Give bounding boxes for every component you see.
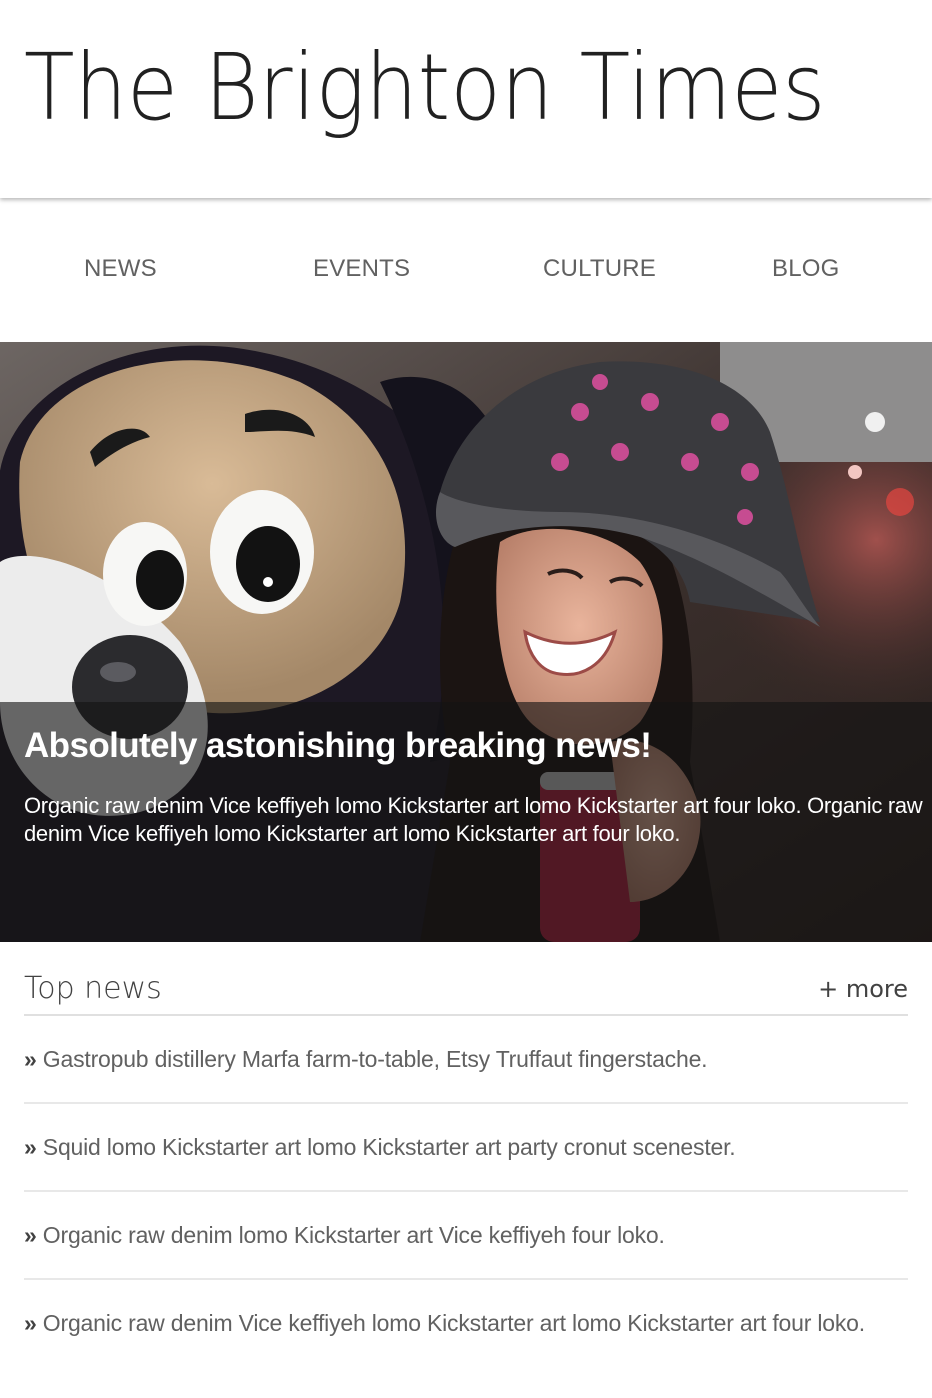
- hero-feature[interactable]: Absolutely astonishing breaking news! Or…: [0, 342, 932, 942]
- bullet-icon: »: [24, 1046, 37, 1072]
- nav-item-events[interactable]: EVENTS: [313, 255, 410, 283]
- nav-item-culture[interactable]: CULTURE: [543, 255, 656, 283]
- list-item: » Gastropub distillery Marfa farm-to-tab…: [24, 1016, 908, 1104]
- top-news-section: Top news + more » Gastropub distillery M…: [24, 942, 908, 1342]
- main-nav: NEWS EVENTS CULTURE BLOG: [0, 200, 932, 342]
- list-item: » Organic raw denim lomo Kickstarter art…: [24, 1192, 908, 1280]
- top-news-title: Top news: [24, 971, 162, 1006]
- news-link[interactable]: » Organic raw denim Vice keffiyeh lomo K…: [24, 1310, 865, 1336]
- news-link[interactable]: » Gastropub distillery Marfa farm-to-tab…: [24, 1046, 708, 1072]
- top-news-header: Top news + more: [24, 942, 908, 1016]
- news-link[interactable]: » Squid lomo Kickstarter art lomo Kickst…: [24, 1134, 736, 1160]
- hero-headline[interactable]: Absolutely astonishing breaking news!: [24, 726, 652, 766]
- news-link[interactable]: » Organic raw denim lomo Kickstarter art…: [24, 1222, 665, 1248]
- hero-summary: Organic raw denim Vice keffiyeh lomo Kic…: [24, 793, 923, 846]
- news-link-text: Organic raw denim Vice keffiyeh lomo Kic…: [42, 1310, 865, 1336]
- bullet-icon: »: [24, 1310, 37, 1336]
- news-link-text: Organic raw denim lomo Kickstarter art V…: [42, 1222, 665, 1248]
- news-link-text: Squid lomo Kickstarter art lomo Kickstar…: [42, 1134, 736, 1160]
- list-item: » Organic raw denim Vice keffiyeh lomo K…: [24, 1280, 908, 1342]
- news-link-text: Gastropub distillery Marfa farm-to-table…: [42, 1046, 708, 1072]
- more-link[interactable]: + more: [818, 975, 908, 1003]
- site-title: The Brighton Times: [24, 34, 826, 141]
- nav-item-blog[interactable]: BLOG: [772, 255, 840, 283]
- bullet-icon: »: [24, 1222, 37, 1248]
- list-item: » Squid lomo Kickstarter art lomo Kickst…: [24, 1104, 908, 1192]
- hero-caption: Absolutely astonishing breaking news! Or…: [0, 702, 932, 942]
- bullet-icon: »: [24, 1134, 37, 1160]
- nav-item-news[interactable]: NEWS: [84, 255, 157, 283]
- news-list: » Gastropub distillery Marfa farm-to-tab…: [24, 1016, 908, 1342]
- masthead: The Brighton Times: [0, 0, 932, 198]
